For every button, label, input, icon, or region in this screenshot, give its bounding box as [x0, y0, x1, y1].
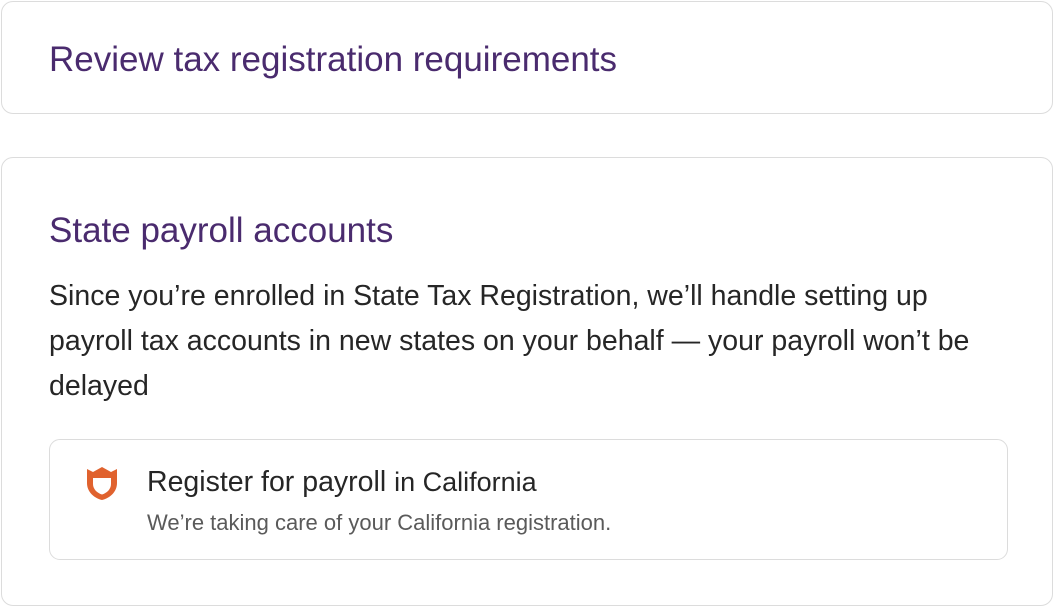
review-requirements-card[interactable]: Review tax registration requirements [1, 1, 1053, 114]
register-payroll-task[interactable]: Register for payroll in California We’re… [49, 439, 1008, 560]
shield-badge-icon [84, 464, 120, 502]
task-subtitle: We’re taking care of your California reg… [147, 510, 612, 535]
state-payroll-title: State payroll accounts [49, 211, 394, 250]
task-title: Register for payroll in California [147, 462, 537, 502]
task-state-label: in California [394, 467, 537, 497]
review-requirements-title[interactable]: Review tax registration requirements [49, 38, 617, 82]
task-title-label: Register for payroll [147, 466, 387, 498]
state-payroll-description: Since you’re enrolled in State Tax Regis… [49, 280, 970, 402]
state-payroll-card: State payroll accounts Since you’re enro… [1, 157, 1053, 606]
